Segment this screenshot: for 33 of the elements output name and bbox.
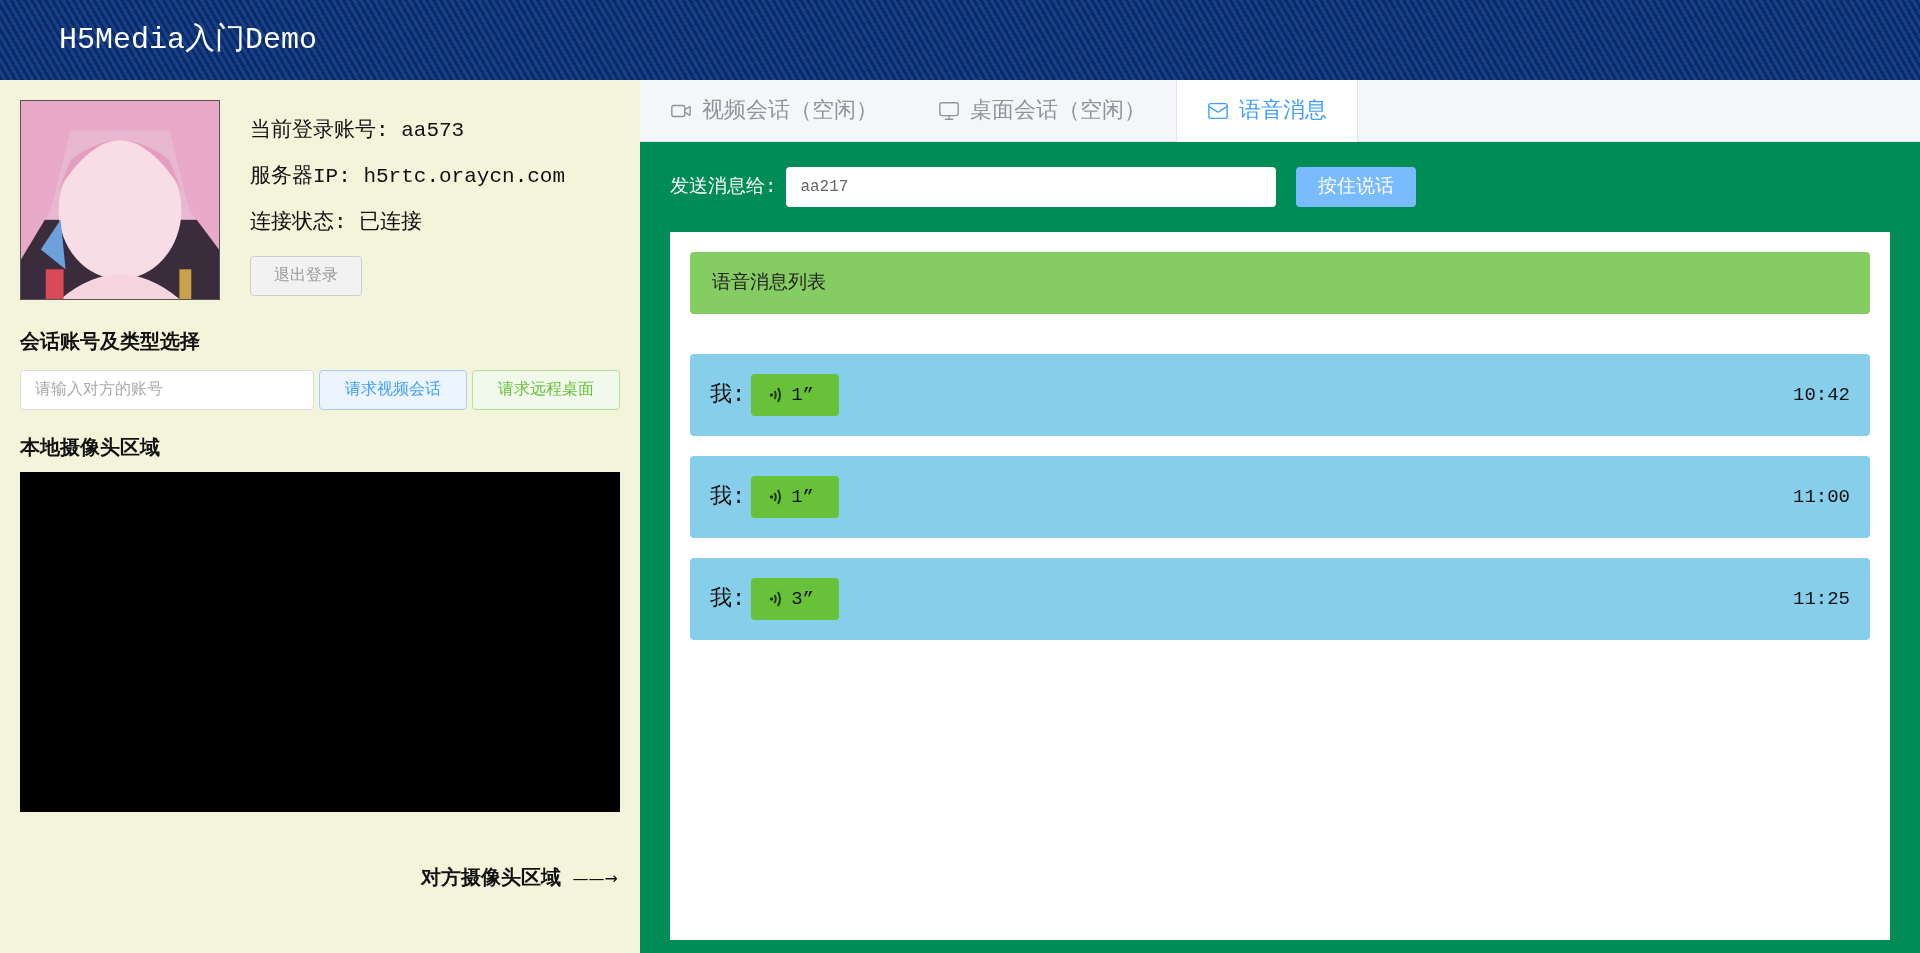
list-title: 语音消息列表 bbox=[712, 270, 826, 296]
voice-message-button[interactable]: 3” bbox=[751, 578, 840, 620]
request-desktop-button[interactable]: 请求远程桌面 bbox=[472, 370, 620, 410]
section-title: 会话账号及类型选择 bbox=[20, 330, 201, 356]
message-time: 11:00 bbox=[1793, 484, 1850, 510]
sender-label: 我: bbox=[710, 483, 746, 512]
send-to-label: 发送消息给: bbox=[670, 174, 777, 200]
sound-wave-icon bbox=[769, 590, 784, 608]
message-time: 11:25 bbox=[1793, 586, 1850, 612]
section-title: 本地摄像头区域 bbox=[20, 436, 161, 462]
recipient-input-field[interactable]: aa217 bbox=[786, 167, 1277, 207]
sound-wave-icon bbox=[769, 386, 784, 404]
account-info-text: 连接状态: 已连接 bbox=[250, 209, 424, 236]
request-video-button[interactable]: 请求视频会话 bbox=[319, 370, 467, 410]
sender-label: 我: bbox=[710, 585, 746, 614]
account-info-text: 当前登录账号: aa573 bbox=[250, 118, 466, 144]
sender-label: 我: bbox=[710, 381, 746, 410]
voice-message-button[interactable]: 1” bbox=[751, 476, 840, 518]
tab[interactable]: 语音消息 bbox=[1176, 80, 1358, 142]
remote-camera-label: 对方摄像头区域 bbox=[420, 865, 561, 892]
tab[interactable]: 视频会话（空闲） bbox=[640, 80, 908, 142]
arrow-text: ——→ bbox=[572, 868, 618, 890]
tab[interactable]: 桌面会话（空闲） bbox=[908, 80, 1176, 142]
account-input-field[interactable]: 请输入对方的账号 bbox=[20, 370, 314, 410]
voice-message-button[interactable]: 1” bbox=[751, 374, 840, 416]
sound-wave-icon bbox=[769, 488, 784, 506]
app-title: H5Media入门Demo bbox=[59, 21, 318, 59]
monitor-icon bbox=[938, 100, 960, 122]
logout-button[interactable]: 退出登录 bbox=[250, 256, 362, 296]
hold-to-talk-button[interactable]: 按住说话 bbox=[1296, 167, 1417, 207]
message-time: 10:42 bbox=[1793, 382, 1850, 408]
account-info-text: 服务器IP: h5rtc.oraycn.com bbox=[250, 164, 566, 190]
mail-icon bbox=[1207, 100, 1229, 122]
